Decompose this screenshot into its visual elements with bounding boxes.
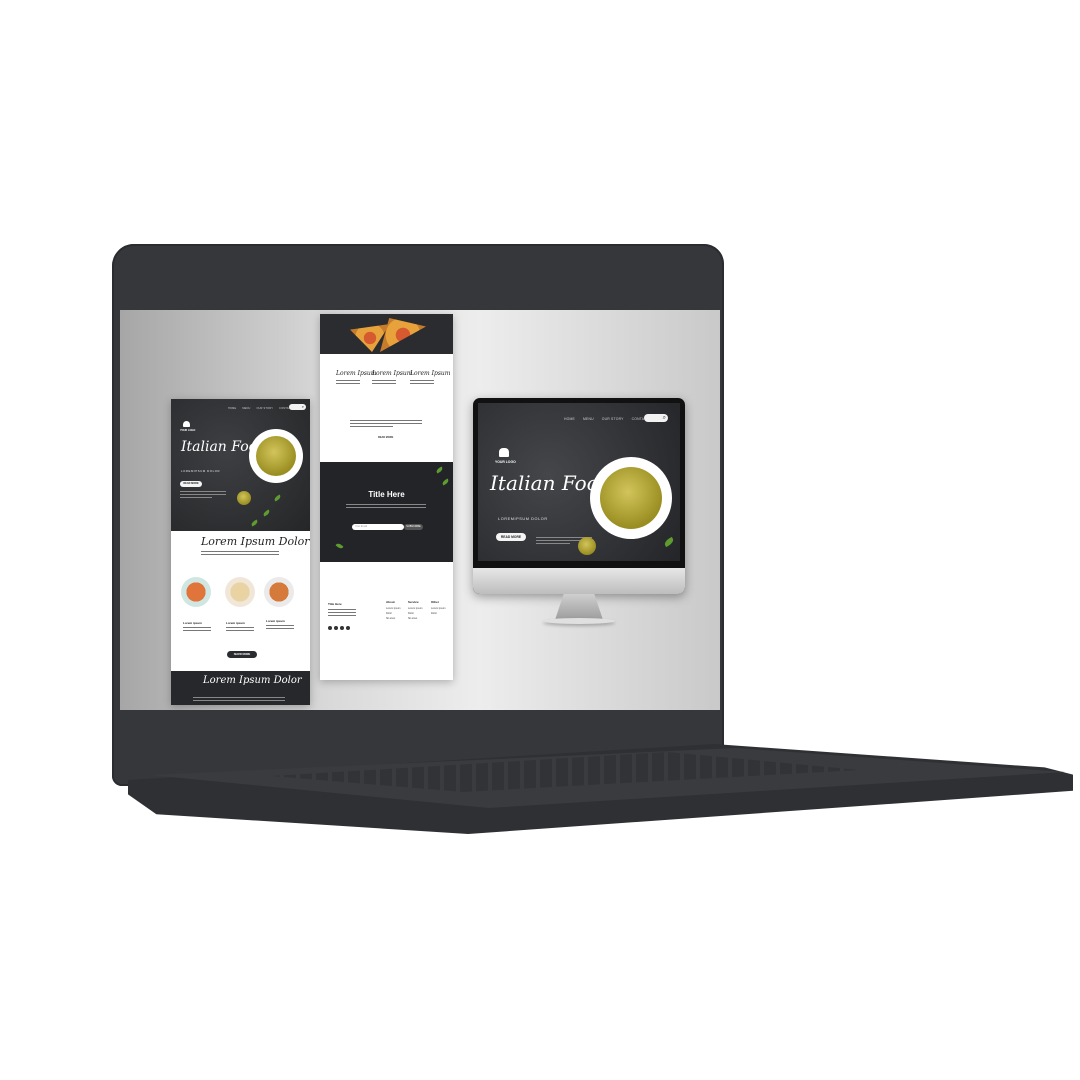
- dish-image[interactable]: [181, 577, 211, 607]
- pizza-slice-image: [380, 318, 426, 352]
- footer-column-title: Other: [431, 600, 440, 604]
- nav-item-our-story[interactable]: OUR STORY: [602, 417, 624, 421]
- hero-body-text: [180, 491, 226, 500]
- nav-item-menu[interactable]: MENU: [583, 417, 594, 421]
- footer-column: Service Lorem ipsum Dolor Sit amet: [408, 600, 422, 622]
- footer-body-text: [193, 697, 285, 703]
- desktop-monitor-mockup: HOME MENU OUR STORY CONTACT US ⌕ YOUR LO…: [473, 398, 685, 624]
- mobile-footer: Lorem Ipsum Dolor: [171, 671, 310, 705]
- dish-label: Lorem ipsum: [183, 621, 202, 625]
- footer-link[interactable]: Dolor: [386, 612, 400, 615]
- pizza-banner: [320, 314, 453, 354]
- instagram-icon[interactable]: [340, 626, 344, 630]
- long-page-mockup: Lorem Ipsum Lorem Ipsum Lorem Ipsum READ…: [320, 314, 453, 680]
- footer-column: Other Lorem ipsum Dolor: [431, 600, 445, 617]
- hero-pasta-image: [256, 436, 296, 476]
- youtube-icon[interactable]: [346, 626, 350, 630]
- nav-item-home[interactable]: HOME: [228, 407, 236, 410]
- monitor-foot: [543, 618, 615, 624]
- nav-item-menu[interactable]: MENU: [242, 407, 250, 410]
- read-more-button[interactable]: READ MORE: [180, 481, 202, 487]
- footer-column: Title Here: [328, 602, 356, 618]
- basil-leaf-icon: [273, 494, 282, 502]
- dish-image[interactable]: [264, 577, 294, 607]
- dish-image[interactable]: [225, 577, 255, 607]
- footer-column-title: Title Here: [328, 602, 342, 606]
- monitor-screen: HOME MENU OUR STORY CONTACT US ⌕ YOUR LO…: [478, 403, 680, 561]
- footer-link[interactable]: Dolor: [408, 612, 422, 615]
- pesto-bowl-image: [237, 491, 251, 505]
- caption-text: [372, 380, 396, 386]
- search-input[interactable]: ⌕: [289, 404, 306, 410]
- hero-pasta-image: [600, 467, 662, 529]
- footer-link[interactable]: Lorem ipsum: [386, 607, 400, 610]
- footer-column-title: Service: [408, 600, 419, 604]
- hero-subtitle: LOREMIPSUM DOLOR: [498, 517, 548, 521]
- hero-subtitle: LOREMIPSUM DOLOR: [181, 469, 221, 473]
- logo-text: YOUR LOGO: [495, 460, 516, 464]
- basil-leaf-icon: [441, 478, 450, 486]
- laptop-screen: HOME MENU OUR STORY CONTACT US ⌕ YOUR LO…: [120, 310, 720, 710]
- mobile-menu-section: Lorem Ipsum Dolor Lorem ipsum Lorem ipsu…: [171, 531, 310, 671]
- caption-text: [410, 380, 434, 386]
- footer-column-title: About: [386, 600, 395, 604]
- chef-hat-icon: [183, 421, 190, 427]
- dish-label: Lorem ipsum: [226, 621, 245, 625]
- footer-column: About Lorem ipsum Dolor Sit amet: [386, 600, 400, 622]
- desktop-nav: HOME MENU OUR STORY CONTACT US: [564, 417, 655, 421]
- basil-leaf-icon: [663, 536, 675, 548]
- dish-description: [226, 627, 254, 633]
- email-field[interactable]: Your Email: [352, 524, 404, 530]
- pizza-caption: Lorem Ipsum: [410, 370, 451, 377]
- footer-title: Lorem Ipsum Dolor: [203, 675, 302, 686]
- basil-leaf-icon: [262, 509, 271, 517]
- footer-link[interactable]: Sit amet: [386, 617, 400, 620]
- caption-text: [336, 380, 360, 386]
- read-more-button[interactable]: READ MORE: [496, 533, 526, 541]
- band-text: [346, 504, 426, 510]
- footer-link[interactable]: Dolor: [431, 612, 445, 615]
- nav-item-home[interactable]: HOME: [564, 417, 575, 421]
- footer-link[interactable]: Lorem ipsum: [431, 607, 445, 610]
- footer-link[interactable]: Lorem ipsum: [408, 607, 422, 610]
- mobile-hero: HOME MENU OUR STORY CONTACT US ⌕ YOUR LO…: [171, 399, 310, 531]
- show-more-button[interactable]: SHOW MORE: [227, 651, 257, 658]
- section-body-text: [201, 551, 279, 557]
- basil-leaf-icon: [250, 519, 259, 527]
- search-icon: ⌕: [301, 404, 304, 409]
- basil-leaf-icon: [435, 466, 444, 474]
- subscribe-button[interactable]: SUBSCRIBE: [404, 524, 423, 530]
- band-title: Title Here: [368, 490, 405, 499]
- chef-hat-icon: [499, 448, 509, 457]
- logo-text: YOUR LOGO: [180, 429, 196, 432]
- basil-leaf-icon: [335, 542, 344, 550]
- section-title: Lorem Ipsum Dolor: [201, 535, 310, 548]
- mobile-mockup: HOME MENU OUR STORY CONTACT US ⌕ YOUR LO…: [171, 399, 310, 705]
- search-icon: ⌕: [662, 415, 666, 421]
- dish-label: Lorem ipsum: [266, 619, 285, 623]
- dish-description: [266, 625, 294, 631]
- pizza-caption: Lorem Ipsum: [372, 370, 413, 377]
- dish-description: [183, 627, 211, 633]
- mobile-nav: HOME MENU OUR STORY CONTACT US: [228, 407, 297, 410]
- footer-column-text: [328, 609, 356, 616]
- monitor-chin: [473, 568, 685, 594]
- subscribe-band: Title Here: [320, 462, 453, 562]
- footer-link[interactable]: Sit amet: [408, 617, 422, 620]
- intro-text: [350, 420, 422, 429]
- nav-item-our-story[interactable]: OUR STORY: [256, 407, 273, 410]
- pizza-caption: Lorem Ipsum: [336, 370, 377, 377]
- search-input[interactable]: ⌕: [644, 414, 668, 422]
- twitter-icon[interactable]: [334, 626, 338, 630]
- facebook-icon[interactable]: [328, 626, 332, 630]
- read-more-link[interactable]: READ MORE: [378, 436, 393, 439]
- monitor-stand: [555, 594, 603, 620]
- pesto-bowl-image: [578, 537, 596, 555]
